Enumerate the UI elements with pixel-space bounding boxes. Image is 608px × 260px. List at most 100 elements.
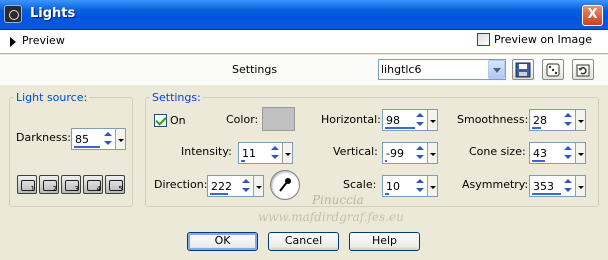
up-arrow-icon[interactable] bbox=[269, 144, 281, 153]
vertical-value: -99 bbox=[386, 147, 404, 160]
down-arrow-icon[interactable] bbox=[240, 186, 252, 195]
light-source-number: 4 bbox=[96, 185, 101, 193]
spin-arrows bbox=[414, 111, 426, 129]
help-button[interactable]: Help bbox=[349, 232, 420, 251]
spin-arrows bbox=[414, 177, 426, 195]
up-arrow-icon[interactable] bbox=[414, 177, 426, 186]
dice-icon bbox=[546, 63, 560, 77]
asymmetry-label: Asymmetry: bbox=[462, 178, 529, 191]
spin-arrows bbox=[562, 177, 574, 195]
horizontal-value: 98 bbox=[386, 114, 400, 127]
down-arrow-icon[interactable] bbox=[102, 139, 114, 148]
close-button[interactable]: X bbox=[582, 5, 603, 26]
direction-value: 222 bbox=[211, 180, 232, 193]
slider-dropdown-button[interactable] bbox=[115, 129, 125, 149]
presets-bar: Settings lihgtlc6 bbox=[0, 55, 608, 85]
light-source-number: 2 bbox=[52, 185, 57, 193]
slider-dropdown-button[interactable] bbox=[427, 143, 437, 163]
scale-stepper[interactable]: 10 bbox=[382, 175, 438, 197]
expand-triangle-icon[interactable] bbox=[10, 37, 16, 47]
light-source-button-3[interactable]: 3 bbox=[61, 175, 81, 194]
randomize-button[interactable] bbox=[542, 59, 564, 80]
down-arrow-icon[interactable] bbox=[269, 153, 281, 162]
preview-bar: Preview Preview on Image bbox=[0, 30, 608, 54]
up-arrow-icon[interactable] bbox=[562, 144, 574, 153]
ok-button[interactable]: OK bbox=[187, 232, 258, 251]
slider-dropdown-button[interactable] bbox=[575, 176, 585, 196]
preset-select[interactable]: lihgtlc6 bbox=[378, 59, 506, 80]
save-preset-button[interactable] bbox=[512, 59, 534, 80]
preview-on-image-checkbox[interactable] bbox=[477, 33, 490, 46]
smoothness-stepper[interactable]: 28 bbox=[529, 109, 586, 131]
cone-size-stepper[interactable]: 43 bbox=[529, 142, 586, 164]
color-swatch[interactable] bbox=[262, 107, 295, 131]
darkness-stepper[interactable]: 85 bbox=[71, 128, 126, 150]
intensity-value: 11 bbox=[242, 147, 256, 160]
horizontal-stepper[interactable]: 98 bbox=[382, 109, 438, 131]
vertical-label: Vertical: bbox=[333, 145, 378, 158]
slider-dropdown-button[interactable] bbox=[575, 143, 585, 163]
light-source-button-2[interactable]: 2 bbox=[39, 175, 59, 194]
direction-stepper[interactable]: 222 bbox=[207, 175, 264, 197]
up-arrow-icon[interactable] bbox=[562, 177, 574, 186]
preview-on-image-label[interactable]: Preview on Image bbox=[494, 33, 592, 46]
direction-dial[interactable] bbox=[270, 170, 300, 200]
direction-needle-icon bbox=[279, 178, 291, 192]
darkness-value: 85 bbox=[75, 133, 89, 146]
light-source-legend: Light source: bbox=[14, 91, 90, 104]
scale-label: Scale: bbox=[343, 178, 377, 191]
intensity-label: Intensity: bbox=[181, 145, 232, 158]
slider-dropdown-button[interactable] bbox=[427, 110, 437, 130]
spin-arrows bbox=[269, 144, 281, 162]
chevron-down-icon[interactable] bbox=[488, 60, 505, 79]
up-arrow-icon[interactable] bbox=[102, 130, 114, 139]
darkness-label: Darkness: bbox=[16, 131, 72, 144]
light-source-button-5[interactable]: 5 bbox=[105, 175, 125, 194]
up-arrow-icon[interactable] bbox=[240, 177, 252, 186]
up-arrow-icon[interactable] bbox=[562, 111, 574, 120]
color-label: Color: bbox=[226, 113, 259, 126]
cancel-button[interactable]: Cancel bbox=[268, 232, 339, 251]
slider-dropdown-button[interactable] bbox=[427, 176, 437, 196]
light-source-button-1[interactable]: 1 bbox=[17, 175, 37, 194]
direction-label: Direction: bbox=[154, 178, 208, 191]
asymmetry-value: 353 bbox=[533, 180, 554, 193]
preset-value: lihgtlc6 bbox=[381, 63, 422, 76]
reset-icon bbox=[576, 64, 590, 77]
up-arrow-icon[interactable] bbox=[414, 144, 426, 153]
down-arrow-icon[interactable] bbox=[414, 186, 426, 195]
slider-dropdown-button[interactable] bbox=[282, 143, 292, 163]
on-label[interactable]: On bbox=[170, 114, 186, 127]
cone-size-value: 43 bbox=[533, 147, 547, 160]
down-arrow-icon[interactable] bbox=[562, 120, 574, 129]
watermark-text: Pinuccia bbox=[312, 193, 364, 207]
light-source-button-4[interactable]: 4 bbox=[83, 175, 103, 194]
on-checkbox[interactable] bbox=[154, 114, 167, 127]
intensity-slider-bar bbox=[241, 160, 245, 162]
intensity-stepper[interactable]: 11 bbox=[238, 142, 293, 164]
slider-dropdown-button[interactable] bbox=[253, 176, 263, 196]
asymmetry-stepper[interactable]: 353 bbox=[529, 175, 586, 197]
down-arrow-icon[interactable] bbox=[562, 186, 574, 195]
watermark-url: www.mafdirdgraf.fes.eu bbox=[258, 210, 404, 224]
spin-arrows bbox=[562, 111, 574, 129]
smoothness-label: Smoothness: bbox=[457, 113, 529, 126]
light-source-number: 1 bbox=[30, 185, 35, 193]
preview-label[interactable]: Preview bbox=[22, 34, 65, 47]
spin-arrows bbox=[102, 130, 114, 148]
light-source-number: 5 bbox=[118, 185, 123, 193]
settings-legend: Settings: bbox=[150, 91, 203, 104]
down-arrow-icon[interactable] bbox=[414, 153, 426, 162]
app-icon bbox=[4, 5, 22, 23]
up-arrow-icon[interactable] bbox=[414, 111, 426, 120]
vertical-stepper[interactable]: -99 bbox=[382, 142, 438, 164]
down-arrow-icon[interactable] bbox=[562, 153, 574, 162]
vertical-slider-bar bbox=[385, 160, 387, 162]
reset-defaults-button[interactable] bbox=[572, 59, 594, 80]
spin-arrows bbox=[562, 144, 574, 162]
title-bar: Lights X bbox=[0, 0, 608, 30]
down-arrow-icon[interactable] bbox=[414, 120, 426, 129]
smoothness-slider-bar bbox=[532, 127, 541, 129]
light-source-number: 3 bbox=[74, 185, 79, 193]
slider-dropdown-button[interactable] bbox=[575, 110, 585, 130]
